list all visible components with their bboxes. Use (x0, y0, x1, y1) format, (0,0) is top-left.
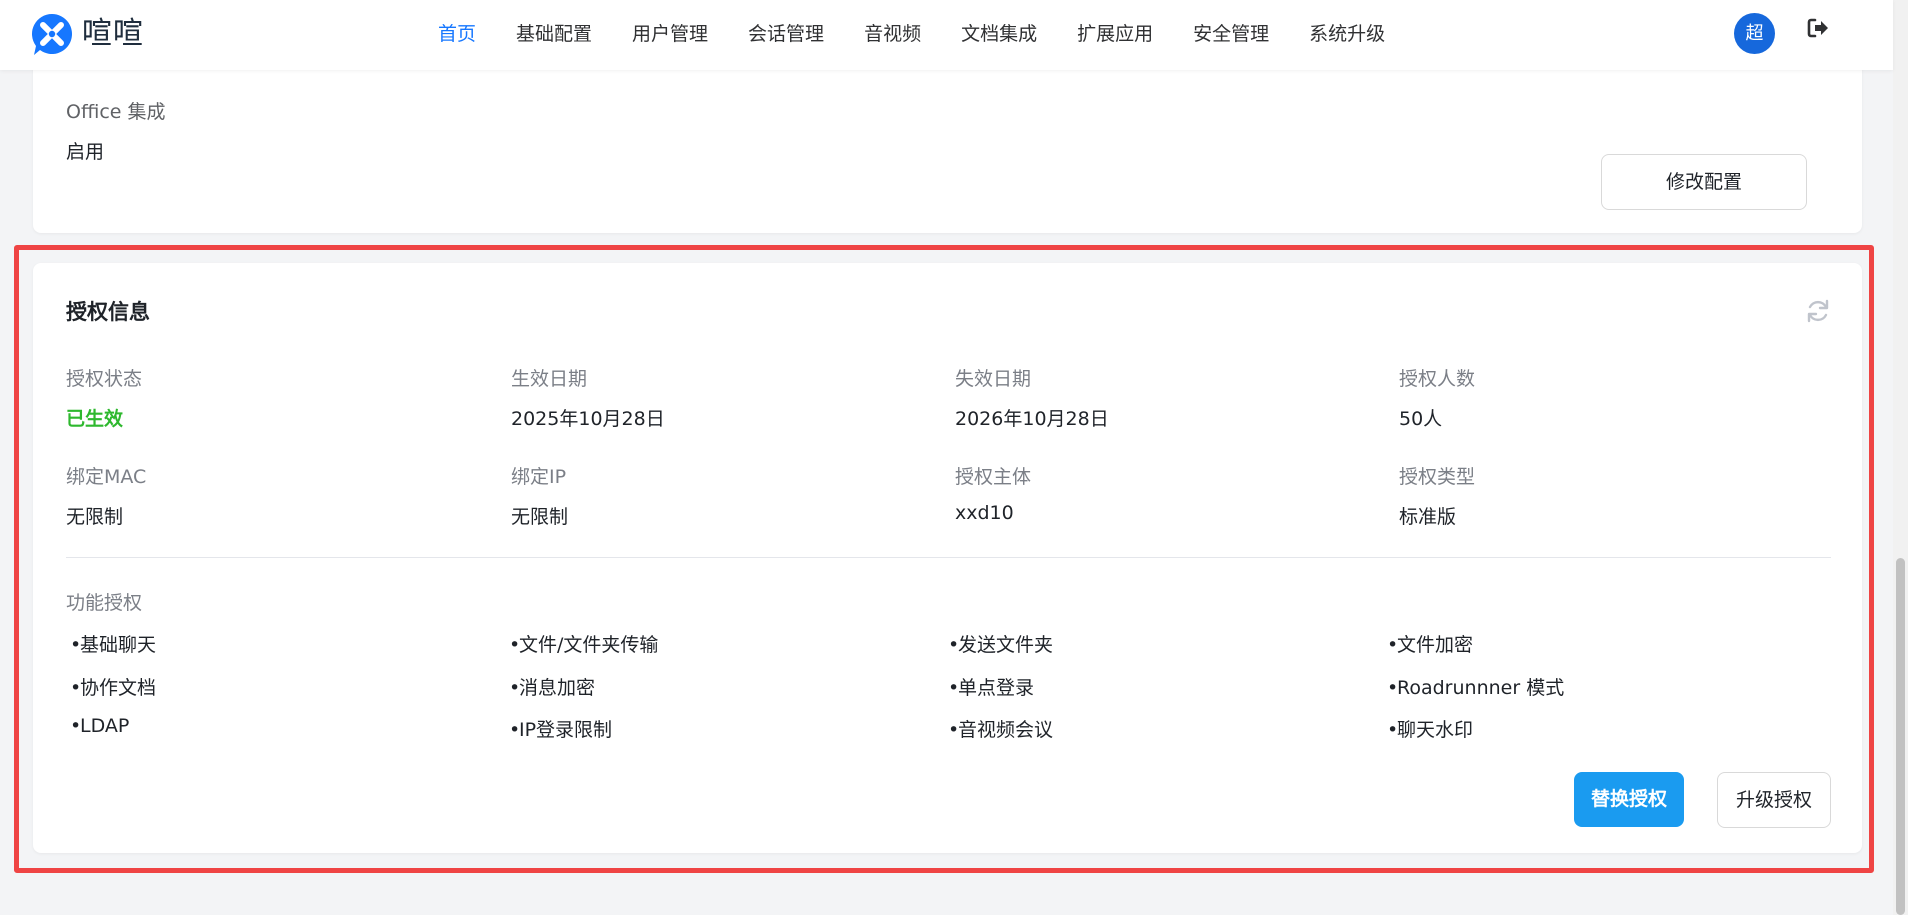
licensee-value: xxd10 (955, 502, 1014, 524)
list-item: •音视频会议 (948, 719, 1054, 741)
bound-ip-label: 绑定IP (511, 466, 567, 488)
nav-item-basic-config[interactable]: 基础配置 (516, 0, 592, 68)
list-item: •消息加密 (509, 677, 596, 699)
list-item: •协作文档 (70, 677, 157, 699)
license-users-label: 授权人数 (1399, 368, 1476, 390)
logout-icon[interactable] (1806, 16, 1830, 40)
nav-item-document-integration[interactable]: 文档集成 (961, 0, 1037, 68)
feature-name: 文件加密 (1397, 634, 1474, 656)
nav-item-session-management[interactable]: 会话管理 (748, 0, 824, 68)
divider (66, 557, 1831, 558)
brand[interactable]: 喧喧 (30, 12, 144, 56)
nav-item-audio-video[interactable]: 音视频 (864, 0, 921, 68)
refresh-icon[interactable] (1805, 298, 1831, 324)
nav-item-system-upgrade[interactable]: 系统升级 (1309, 0, 1385, 68)
license-type-value: 标准版 (1399, 506, 1457, 528)
xuanxuan-logo-icon (31, 14, 72, 55)
list-item: •文件/文件夹传输 (509, 634, 659, 656)
edit-config-button[interactable]: 修改配置 (1601, 154, 1807, 210)
feature-name: 聊天水印 (1397, 719, 1474, 741)
licensee-label: 授权主体 (955, 466, 1032, 488)
list-item: •Roadrunnner 模式 (1387, 677, 1565, 699)
expiry-date-value: 2026年10月28日 (955, 408, 1109, 430)
list-item: •基础聊天 (70, 634, 157, 656)
list-item: •发送文件夹 (948, 634, 1054, 656)
expiry-date-label: 失效日期 (955, 368, 1032, 390)
office-integration-label: Office 集成 (66, 101, 166, 123)
avatar[interactable]: 超 (1734, 13, 1775, 54)
license-status-label: 授权状态 (66, 368, 143, 390)
feature-name: 文件/文件夹传输 (519, 634, 659, 656)
bound-mac-value: 无限制 (66, 506, 124, 528)
feature-license-label: 功能授权 (66, 592, 143, 614)
bound-ip-value: 无限制 (511, 506, 569, 528)
feature-name: Roadrunnner 模式 (1397, 677, 1565, 699)
feature-name: LDAP (80, 715, 130, 737)
license-title: 授权信息 (66, 300, 150, 324)
effective-date-label: 生效日期 (511, 368, 588, 390)
bound-mac-label: 绑定MAC (66, 466, 147, 488)
list-item: •聊天水印 (1387, 719, 1474, 741)
nav-item-home[interactable]: 首页 (438, 0, 476, 68)
brand-name: 喧喧 (82, 16, 144, 51)
status-badge: 已生效 (66, 408, 124, 430)
list-item: •文件加密 (1387, 634, 1474, 656)
list-item: •IP登录限制 (509, 719, 613, 741)
license-type-label: 授权类型 (1399, 466, 1476, 488)
license-info-card: 授权信息 授权状态 已生效 生效日期 2025年10月28日 失效日期 2026… (33, 263, 1862, 853)
nav-item-extensions[interactable]: 扩展应用 (1077, 0, 1153, 68)
replace-license-button[interactable]: 替换授权 (1574, 772, 1684, 827)
nav-item-security[interactable]: 安全管理 (1193, 0, 1269, 68)
feature-name: 协作文档 (80, 677, 157, 699)
feature-name: IP登录限制 (519, 719, 613, 741)
effective-date-value: 2025年10月28日 (511, 408, 665, 430)
feature-name: 单点登录 (958, 677, 1035, 699)
nav-item-user-management[interactable]: 用户管理 (632, 0, 708, 68)
list-item: •单点登录 (948, 677, 1035, 699)
top-navigation-bar: 喧喧 首页 基础配置 用户管理 会话管理 音视频 文档集成 扩展应用 安全管理 … (0, 0, 1893, 70)
feature-name: 音视频会议 (958, 719, 1054, 741)
license-users-value: 50人 (1399, 408, 1443, 430)
feature-name: 发送文件夹 (958, 634, 1054, 656)
feature-name: 消息加密 (519, 677, 596, 699)
upgrade-license-button[interactable]: 升级授权 (1717, 772, 1831, 828)
scrollbar-thumb[interactable] (1896, 558, 1905, 915)
feature-name: 基础聊天 (80, 634, 157, 656)
list-item: •LDAP (70, 715, 130, 737)
main-nav: 首页 基础配置 用户管理 会话管理 音视频 文档集成 扩展应用 安全管理 系统升… (438, 0, 1425, 68)
office-integration-status: 启用 (66, 141, 105, 163)
